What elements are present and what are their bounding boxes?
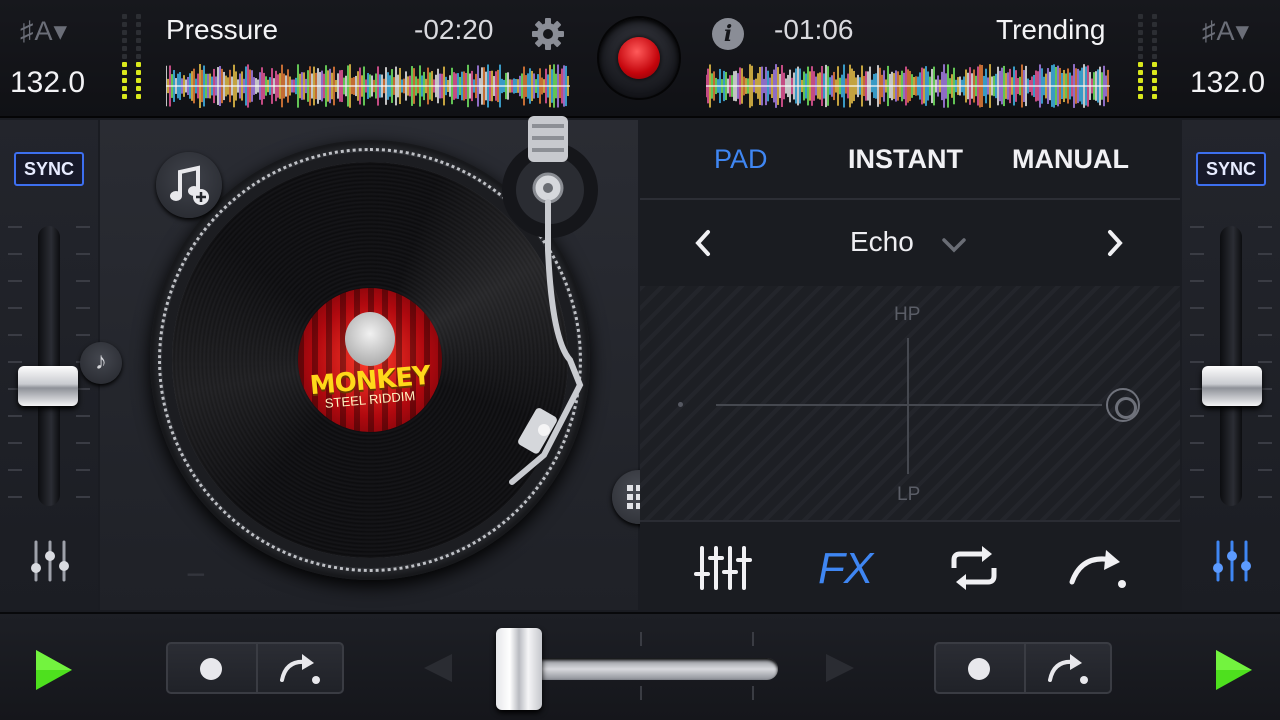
monkey-artwork (345, 312, 395, 366)
fx-xy-pad[interactable]: HP LP (640, 286, 1180, 522)
deck-a-time: -02:20 (414, 14, 494, 45)
tonearm[interactable] (440, 110, 620, 510)
mixer-sliders-icon[interactable] (1212, 538, 1252, 584)
divider (256, 644, 258, 692)
redo-arrow-icon[interactable] (1046, 652, 1090, 686)
crossfader-right-arrow (826, 654, 854, 682)
record-button[interactable] (597, 16, 681, 100)
fx-mode-tabs: PAD INSTANT MANUAL (640, 120, 1180, 200)
deck-b-side-panel: SYNC (1182, 120, 1280, 610)
fx-panel: PAD INSTANT MANUAL Echo HP LP FX (640, 120, 1180, 610)
deck-b-track-title[interactable]: Trending (996, 14, 1105, 46)
effect-selector: Echo (640, 200, 1180, 286)
deck-b-key[interactable]: ♯A▾ (1202, 16, 1250, 47)
deck-b-cue-loop-group (934, 642, 1112, 694)
deck-a-pitch-knob[interactable] (18, 366, 78, 406)
pad-min-dot (678, 402, 683, 407)
info-icon[interactable]: i (712, 18, 744, 50)
deck-b-play-icon[interactable] (1214, 648, 1254, 692)
deck-b-bpm[interactable]: 132.0 (1190, 66, 1265, 100)
deck-a-cue-loop-group (166, 642, 344, 694)
chevron-left-icon[interactable] (690, 228, 716, 258)
deck-b-level-meter (1132, 14, 1164, 106)
redo-arrow-icon[interactable] (278, 652, 322, 686)
mixer-sliders-icon[interactable] (30, 538, 70, 584)
tab-manual[interactable]: MANUAL (1012, 144, 1129, 175)
redo-arrow-icon[interactable] (1068, 542, 1128, 594)
fx-bottom-toolbar: FX (640, 524, 1180, 610)
pad-lp-label: LP (897, 484, 921, 505)
record-label: MONKEY STEEL RIDDIM (298, 288, 442, 432)
deck-a-bpm[interactable]: 132.0 (10, 66, 85, 100)
deck-b-waveform[interactable] (706, 62, 1110, 110)
deck-b-cue-button[interactable] (968, 658, 990, 680)
pad-horizontal-axis (716, 404, 1102, 406)
pad-hp-label: HP (894, 304, 921, 325)
transport-bar (0, 612, 1280, 720)
loop-icon[interactable] (944, 542, 1004, 594)
chevron-down-icon[interactable] (940, 236, 968, 254)
deck-a-waveform[interactable] (166, 62, 570, 110)
pad-vertical-axis (907, 338, 909, 474)
deck-a-sync-button[interactable]: SYNC (14, 152, 84, 186)
pitch-minus: − (186, 556, 206, 594)
mixer-sliders-icon[interactable] (692, 542, 752, 594)
top-bar: ♯A▾ 132.0 Pressure -02:20 i -01:06 Trend… (0, 0, 1280, 118)
crossfader-knob[interactable] (496, 628, 542, 710)
gear-icon[interactable] (531, 17, 565, 51)
deck-b-sync-button[interactable]: SYNC (1196, 152, 1266, 186)
music-note-icon[interactable]: ♪ (80, 342, 122, 384)
deck-b-pitch-knob[interactable] (1202, 366, 1262, 406)
deck-a-cue-button[interactable] (200, 658, 222, 680)
tab-instant[interactable]: INSTANT (848, 144, 963, 175)
tab-pad[interactable]: PAD (714, 144, 768, 175)
crossfader-left-arrow (424, 654, 452, 682)
music-add-icon[interactable] (156, 152, 222, 218)
deck-a-play-icon[interactable] (34, 648, 74, 692)
pitch-ticks (1190, 226, 1204, 506)
deck-a-track-title[interactable]: Pressure (166, 14, 278, 46)
fx-button[interactable]: FX (818, 544, 873, 594)
deck-a-level-meter (116, 14, 148, 106)
deck-a-key[interactable]: ♯A▾ (20, 16, 68, 47)
chevron-right-icon[interactable] (1102, 228, 1128, 258)
pad-target-icon[interactable] (1106, 388, 1140, 422)
deck-b-time: -01:06 (774, 14, 854, 45)
divider (1024, 644, 1026, 692)
effect-name[interactable]: Echo (850, 226, 914, 258)
pitch-ticks (1258, 226, 1272, 506)
